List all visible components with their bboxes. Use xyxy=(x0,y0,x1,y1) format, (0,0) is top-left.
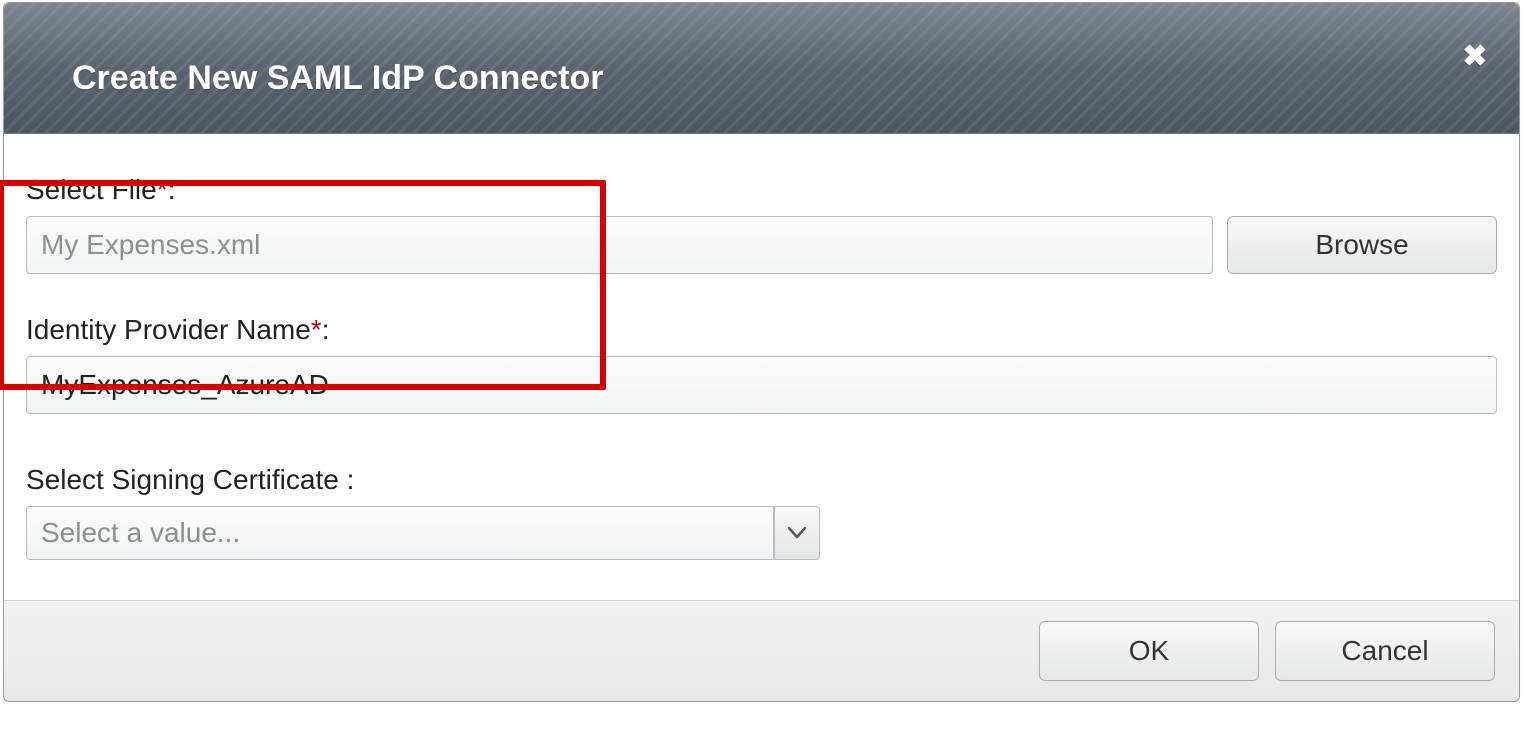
idp-name-input[interactable] xyxy=(26,356,1497,414)
dialog-title: Create New SAML IdP Connector xyxy=(72,59,604,98)
chevron-down-icon[interactable] xyxy=(774,506,820,560)
signing-cert-select[interactable]: Select a value... xyxy=(26,506,1497,560)
required-mark: * xyxy=(157,174,168,205)
select-file-input[interactable] xyxy=(26,216,1213,274)
dialog-header: Create New SAML IdP Connector ✖ xyxy=(4,3,1519,134)
select-file-row: Browse xyxy=(26,216,1497,274)
select-file-label-text: Select File xyxy=(26,174,157,205)
required-mark: * xyxy=(311,314,322,345)
ok-button[interactable]: OK xyxy=(1039,621,1259,681)
signing-cert-value[interactable]: Select a value... xyxy=(26,506,774,560)
close-icon[interactable]: ✖ xyxy=(1461,43,1489,71)
label-separator: : xyxy=(339,464,355,495)
browse-button[interactable]: Browse xyxy=(1227,216,1497,274)
select-file-label: Select File*: xyxy=(26,174,1497,206)
signing-cert-label-text: Select Signing Certificate xyxy=(26,464,339,495)
cancel-button[interactable]: Cancel xyxy=(1275,621,1495,681)
signing-cert-placeholder: Select a value... xyxy=(41,517,240,549)
dialog-body: Select File*: Browse Identity Provider N… xyxy=(4,134,1519,600)
dialog-create-saml-idp: Create New SAML IdP Connector ✖ Select F… xyxy=(3,2,1520,702)
signing-cert-label: Select Signing Certificate : xyxy=(26,464,1497,496)
idp-name-label: Identity Provider Name*: xyxy=(26,314,1497,346)
label-separator: : xyxy=(168,174,176,205)
label-separator: : xyxy=(322,314,330,345)
dialog-footer: OK Cancel xyxy=(4,600,1519,701)
idp-name-label-text: Identity Provider Name xyxy=(26,314,311,345)
